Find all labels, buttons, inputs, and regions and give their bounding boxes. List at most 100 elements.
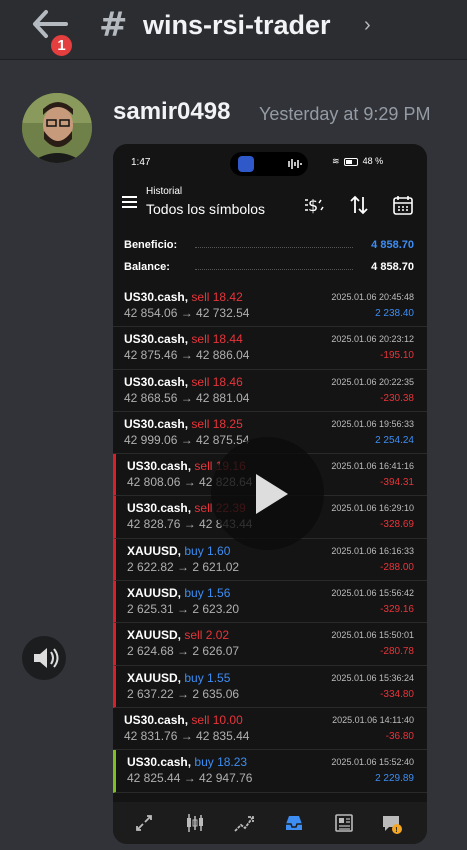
channel-header: 1 # wins-rsi-trader ›	[0, 0, 467, 60]
trade-prices: 42 825.44 → 42 947.76	[127, 771, 253, 786]
trade-action: buy 1.60	[184, 543, 231, 558]
trade-action: buy 18.23	[194, 755, 248, 770]
trade-datetime: 2025.01.06 16:16:33	[331, 545, 414, 556]
trade-action: sell 18.25	[191, 416, 243, 431]
volume-icon[interactable]	[22, 636, 66, 680]
trade-row[interactable]: XAUUSD, sell 2.02 2 624.68 → 2 626.07 2025…	[113, 623, 427, 666]
quotes-icon[interactable]	[133, 812, 155, 834]
history-inbox-icon[interactable]	[283, 812, 305, 834]
trade-datetime: 2025.01.06 15:50:01	[331, 630, 414, 641]
trade-datetime: 2025.01.06 16:29:10	[331, 503, 414, 514]
username[interactable]: samir0498	[113, 98, 230, 126]
chat-icon[interactable]: !	[380, 812, 402, 834]
trade-datetime: 2025.01.06 15:56:42	[331, 588, 414, 599]
trade-action: sell 18.44	[191, 332, 243, 347]
trade-prices: 42 868.56 → 42 881.04	[124, 390, 250, 405]
summary-balance: Balance: 4 858.70	[124, 261, 414, 273]
trade-prices: 42 831.76 → 42 835.44	[124, 728, 250, 743]
trade-symbol: US30.cash, sell 10.00	[124, 712, 243, 727]
trade-row[interactable]: US30.cash, sell 18.46 42 868.56 → 42 881.…	[113, 370, 427, 412]
news-icon[interactable]	[333, 812, 355, 834]
trade-action: sell 18.46	[191, 374, 243, 389]
battery-icon	[344, 157, 359, 166]
trade-symbol: US30.cash, sell 18.42	[124, 290, 243, 304]
header-subtitle: Historial	[146, 186, 183, 197]
trade-datetime: 2025.01.06 19:56:33	[331, 418, 414, 429]
trade-prices: 2 625.31 → 2 623.20	[127, 602, 240, 617]
wifi-icon: ≋	[332, 156, 340, 166]
trade-row[interactable]: US30.cash, sell 10.00 42 831.76 → 42 835.…	[113, 708, 427, 751]
trade-row[interactable]: US30.cash, sell 18.44 42 875.46 → 42 886.…	[113, 327, 427, 370]
trade-profit: 2 238.40	[375, 308, 414, 319]
trade-profit: -288.00	[380, 561, 414, 573]
trade-symbol: US30.cash, buy 18.23	[127, 755, 248, 770]
sort-arrows-icon[interactable]	[348, 194, 370, 216]
avatar[interactable]	[22, 93, 92, 163]
trade-action: sell 10.00	[191, 712, 243, 727]
trade-prices: 42 999.06 → 42 875.54	[124, 432, 250, 447]
trade-datetime: 2025.01.06 15:52:40	[331, 757, 414, 768]
status-icons: ≋ 48 %	[332, 156, 383, 167]
trade-datetime: 2025.01.06 20:23:12	[331, 334, 414, 345]
trade-action: buy 1.56	[184, 586, 231, 601]
trade-prices: 2 622.82 → 2 621.02	[127, 559, 240, 574]
trade-symbol: US30.cash, sell 18.46	[124, 374, 243, 389]
message-timestamp: Yesterday at 9:29 PM	[259, 104, 431, 124]
trade-symbol: XAUUSD, buy 1.55	[127, 670, 231, 685]
trade-row[interactable]: US30.cash, sell 18.42 42 854.06 → 42 732.…	[113, 285, 427, 328]
trade-row[interactable]: XAUUSD, buy 1.55 2 637.22 → 2 635.06 2025.…	[113, 665, 427, 708]
trade-datetime: 2025.01.06 20:45:48	[331, 292, 414, 302]
header-title[interactable]: Todos los símbolos	[146, 201, 265, 217]
trade-action: buy 1.55	[184, 670, 231, 685]
trade-profit: -230.38	[380, 392, 414, 404]
hashtag-icon: #	[99, 5, 128, 45]
chart-candles-icon[interactable]	[184, 812, 206, 834]
trade-datetime: 2025.01.06 15:36:24	[331, 672, 414, 683]
hamburger-menu-icon[interactable]	[122, 196, 137, 209]
trade-datetime: 2025.01.06 14:11:40	[332, 714, 414, 725]
trade-profit: -195.10	[380, 350, 414, 362]
trade-symbol: XAUUSD, buy 1.56	[127, 586, 231, 601]
history-header: Historial Todos los símbolos $	[113, 182, 427, 232]
dynamic-island	[230, 152, 308, 176]
bottom-nav: !	[113, 802, 427, 844]
album-art-icon	[238, 156, 254, 172]
trade-symbol: US30.cash, sell 18.44	[124, 332, 243, 347]
trade-profit: -36.80	[385, 730, 414, 742]
trade-action: sell 2.02	[184, 628, 230, 643]
trade-profit: -329.16	[380, 604, 414, 616]
play-button[interactable]	[211, 437, 324, 550]
phone-status-bar: 1:47 ≋ 48 %	[113, 144, 427, 182]
battery-level: 48 %	[362, 156, 384, 166]
trade-prices: 2 637.22 → 2 635.06	[127, 686, 240, 701]
trade-symbol: US30.cash, sell 18.25	[124, 416, 243, 431]
trade-row[interactable]: XAUUSD, buy 1.56 2 625.31 → 2 623.20 2025.…	[113, 581, 427, 624]
trade-prices: 2 624.68 → 2 626.07	[127, 644, 240, 659]
trade-datetime: 2025.01.06 20:22:35	[331, 376, 414, 387]
trade-prices: 42 875.46 → 42 886.04	[124, 348, 250, 363]
trade-profit: -394.31	[380, 477, 414, 489]
notification-badge: 1	[49, 33, 74, 58]
trade-profit: 2 229.89	[375, 773, 414, 785]
trade-profit: -280.78	[380, 646, 414, 658]
trade-profit: -334.80	[380, 688, 414, 700]
audio-wave-icon	[288, 159, 302, 169]
trade-symbol: XAUUSD, buy 1.60	[127, 543, 231, 558]
svg-text:!: !	[395, 827, 397, 834]
svg-text:$: $	[308, 196, 318, 215]
trade-profit: 2 254.24	[375, 434, 414, 446]
status-time: 1:47	[131, 157, 151, 168]
dollar-sort-icon[interactable]: $	[303, 194, 325, 216]
trade-chart-icon[interactable]	[233, 812, 255, 834]
trade-row[interactable]: US30.cash, buy 18.23 42 825.44 → 42 947.7…	[113, 750, 427, 793]
calendar-icon[interactable]	[392, 194, 414, 216]
chevron-right-icon[interactable]: ›	[364, 14, 371, 37]
video-attachment[interactable]: 1:47 ≋ 48 % Historial Todos los símbolos…	[113, 144, 427, 844]
trade-profit: -328.69	[380, 519, 414, 531]
trade-symbol: XAUUSD, sell 2.02	[127, 628, 230, 643]
summary-profit: Beneficio: 4 858.70	[124, 239, 414, 251]
trade-datetime: 2025.01.06 16:41:16	[331, 461, 414, 472]
trade-prices: 42 854.06 → 42 732.54	[124, 306, 250, 320]
channel-name[interactable]: wins-rsi-trader	[143, 10, 331, 41]
trade-action: sell 18.42	[191, 290, 243, 304]
